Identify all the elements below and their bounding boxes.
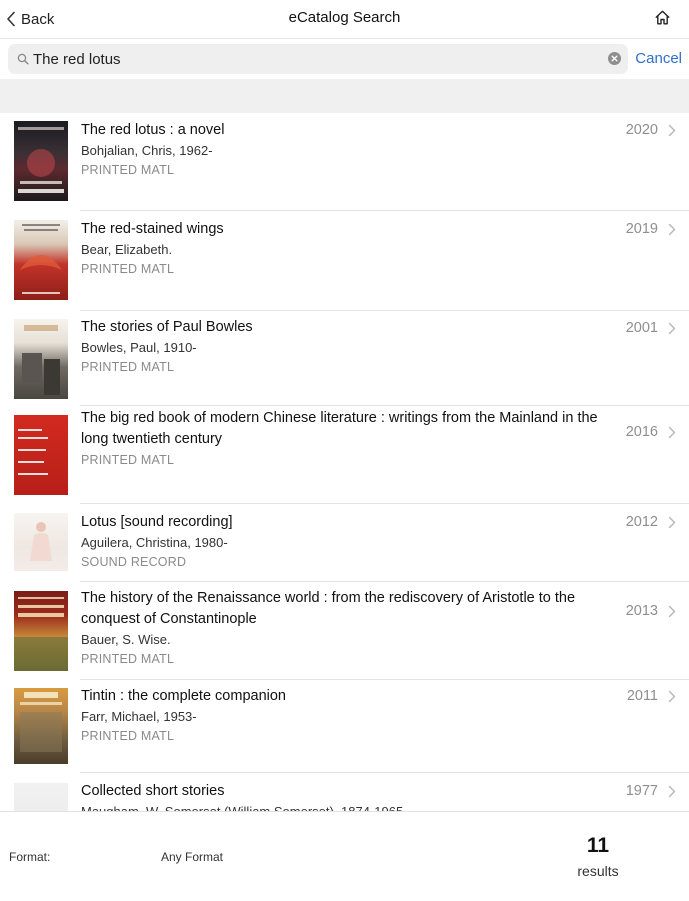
- result-author: Bear, Elizabeth.: [81, 242, 173, 257]
- result-title: The stories of Paul Bowles: [81, 319, 253, 335]
- book-cover: [14, 220, 68, 300]
- chevron-right-icon: [668, 124, 676, 137]
- result-format: PRINTED MATL: [81, 652, 175, 666]
- result-row[interactable]: The stories of Paul Bowles Bowles, Paul,…: [0, 311, 689, 406]
- filter-bar: Format: Any Format 11 results: [0, 811, 689, 901]
- result-year: 2016: [625, 424, 658, 440]
- result-title: Tintin : the complete companion: [81, 688, 286, 704]
- result-author: Farr, Michael, 1953-: [81, 709, 197, 724]
- result-title: The red-stained wings: [81, 221, 224, 237]
- home-icon: [654, 9, 671, 26]
- results-header-band: [0, 79, 689, 113]
- book-cover: [14, 591, 68, 671]
- result-title: The history of the Renaissance world : f…: [81, 590, 576, 627]
- nav-bar: Back eCatalog Search: [0, 0, 689, 39]
- result-title: The red lotus : a novel: [81, 122, 225, 138]
- result-title: Collected short stories: [81, 783, 225, 799]
- format-label: Format:: [9, 850, 51, 864]
- result-year: 2013: [625, 603, 658, 619]
- result-author: Bauer, S. Wise.: [81, 632, 171, 647]
- result-text: The history of the Renaissance world : f…: [81, 588, 616, 669]
- chevron-right-icon: [668, 516, 676, 529]
- cancel-button[interactable]: Cancel: [635, 50, 682, 67]
- result-format: PRINTED MATL: [81, 360, 175, 374]
- chevron-right-icon: [668, 223, 676, 236]
- clear-search-button[interactable]: [608, 52, 621, 65]
- result-year: 2019: [625, 221, 658, 237]
- book-cover: [14, 319, 68, 399]
- result-row[interactable]: Tintin : the complete companion Farr, Mi…: [0, 680, 689, 773]
- result-text: The stories of Paul Bowles Bowles, Paul,…: [81, 317, 616, 377]
- search-input[interactable]: [33, 48, 593, 70]
- book-cover: [14, 121, 68, 201]
- chevron-right-icon: [668, 322, 676, 335]
- result-row[interactable]: The big red book of modern Chinese liter…: [0, 406, 689, 504]
- result-format: SOUND RECORD: [81, 555, 187, 569]
- search-field[interactable]: [8, 44, 628, 74]
- result-author: Maugham, W. Somerset (William Somerset),…: [81, 802, 616, 811]
- result-author: Bohjalian, Chris, 1962-: [81, 143, 213, 158]
- result-text: Collected short stories Maugham, W. Some…: [81, 781, 616, 811]
- page-title: eCatalog Search: [288, 9, 401, 26]
- book-cover: [14, 688, 68, 764]
- results-list[interactable]: The red lotus : a novel Bohjalian, Chris…: [0, 113, 689, 811]
- result-title: Lotus [sound recording]: [81, 514, 233, 530]
- result-format: PRINTED MATL: [81, 729, 175, 743]
- results-count-label: results: [577, 863, 619, 879]
- result-row[interactable]: Lotus [sound recording] Aguilera, Christ…: [0, 504, 689, 582]
- chevron-right-icon: [668, 605, 676, 618]
- result-text: Tintin : the complete companion Farr, Mi…: [81, 686, 616, 746]
- result-author: Bowles, Paul, 1910-: [81, 340, 197, 355]
- result-year: 2020: [625, 122, 658, 138]
- result-text: The red lotus : a novel Bohjalian, Chris…: [81, 120, 616, 180]
- book-cover: [14, 783, 68, 811]
- result-text: The red-stained wings Bear, Elizabeth. P…: [81, 219, 616, 279]
- search-icon: [17, 53, 29, 65]
- result-format: PRINTED MATL: [81, 163, 175, 177]
- results-count: 11: [586, 834, 610, 857]
- result-row[interactable]: The red lotus : a novel Bohjalian, Chris…: [0, 113, 689, 211]
- chevron-right-icon: [668, 785, 676, 798]
- result-text: The big red book of modern Chinese liter…: [81, 408, 616, 470]
- chevron-right-icon: [668, 690, 676, 703]
- result-year: 2012: [625, 514, 658, 530]
- result-year: 2011: [626, 688, 658, 704]
- clear-icon: [608, 52, 621, 65]
- book-cover: [14, 415, 68, 495]
- book-cover: [14, 513, 68, 571]
- chevron-right-icon: [668, 426, 676, 439]
- result-title: The big red book of modern Chinese liter…: [81, 410, 598, 447]
- home-button[interactable]: [654, 9, 671, 26]
- result-text: Lotus [sound recording] Aguilera, Christ…: [81, 512, 616, 572]
- search-bar: Cancel: [0, 39, 689, 79]
- result-row[interactable]: The history of the Renaissance world : f…: [0, 582, 689, 680]
- result-format: PRINTED MATL: [81, 262, 175, 276]
- result-row[interactable]: The red-stained wings Bear, Elizabeth. P…: [0, 211, 689, 311]
- result-row[interactable]: Collected short stories Maugham, W. Some…: [0, 773, 689, 811]
- result-format: PRINTED MATL: [81, 453, 175, 467]
- result-author: Aguilera, Christina, 1980-: [81, 535, 228, 550]
- result-year: 2001: [625, 320, 658, 336]
- result-year: 1977: [625, 783, 658, 799]
- format-selector[interactable]: Any Format: [161, 850, 223, 864]
